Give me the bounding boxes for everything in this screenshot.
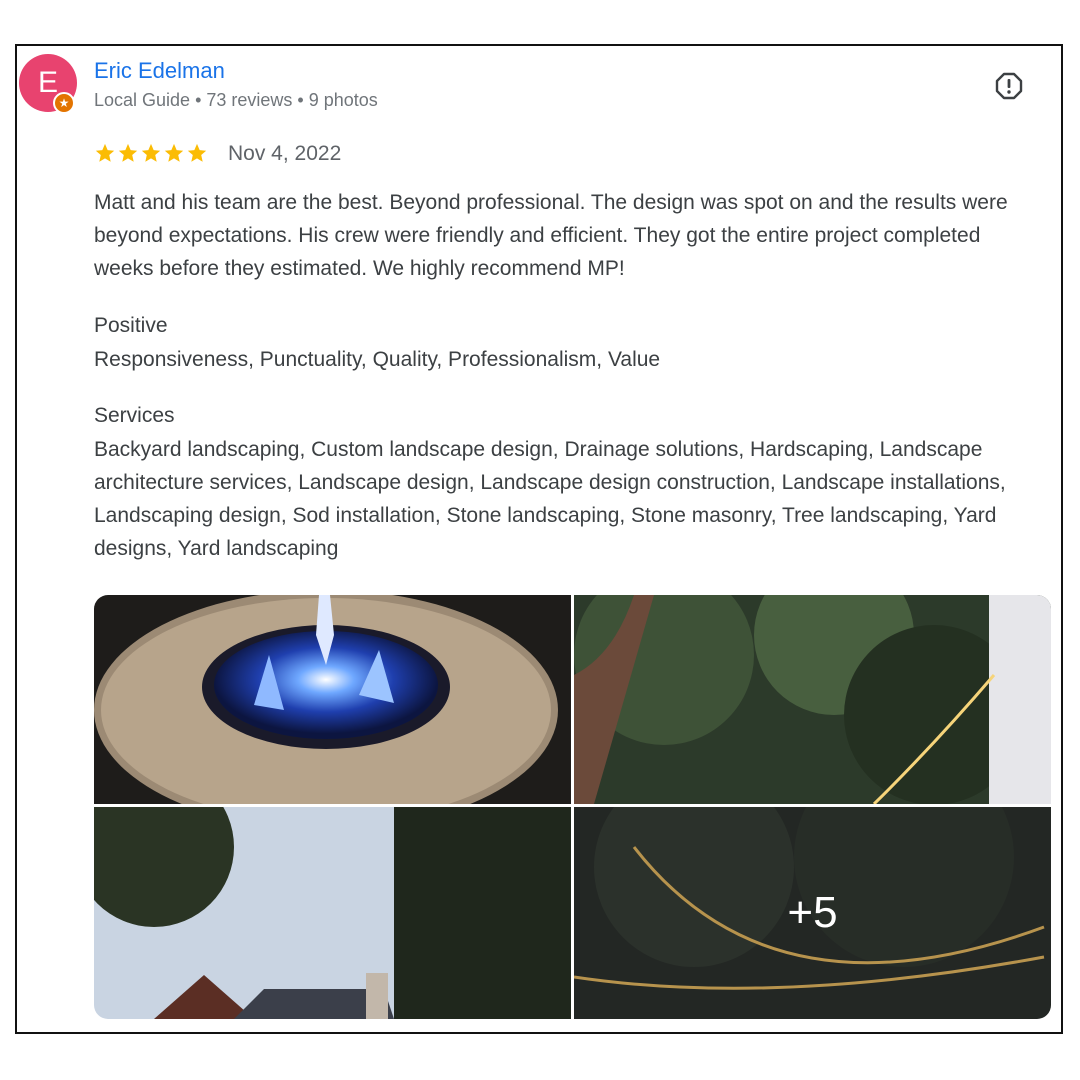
review-date: Nov 4, 2022: [228, 142, 342, 165]
star-icon: [141, 143, 161, 162]
positive-attributes: Responsiveness, Punctuality, Quality, Pr…: [94, 348, 661, 371]
star-rating: [94, 140, 208, 166]
avatar[interactable]: E ★: [19, 54, 77, 114]
string-lights-evening-photo[interactable]: +5: [574, 807, 1051, 1019]
star-icon: [95, 143, 115, 162]
review-text: Matt and his team are the best. Beyond p…: [94, 191, 1008, 280]
star-icon: [118, 143, 138, 162]
star-icon: [187, 143, 207, 162]
report-icon[interactable]: [995, 72, 1023, 100]
positive-heading: Positive: [94, 314, 168, 337]
photo-grid: +5: [94, 595, 1051, 1019]
reviewer-name[interactable]: Eric Edelman: [94, 58, 225, 84]
house-sky-trees-photo[interactable]: [94, 807, 571, 1019]
star-badge-icon: ★: [53, 92, 75, 114]
services-list: Backyard landscaping, Custom landscape d…: [94, 438, 1006, 560]
reviewer-meta: Local Guide • 73 reviews • 9 photos: [94, 90, 378, 110]
more-photos-count: +5: [574, 807, 1051, 1019]
string-lights-trees-photo[interactable]: [574, 595, 1051, 804]
fire-pit-photo[interactable]: [94, 595, 571, 804]
star-icon: [164, 143, 184, 162]
review-card: E ★ Eric Edelman Local Guide • 73 review…: [15, 44, 1063, 1034]
services-heading: Services: [94, 404, 175, 427]
